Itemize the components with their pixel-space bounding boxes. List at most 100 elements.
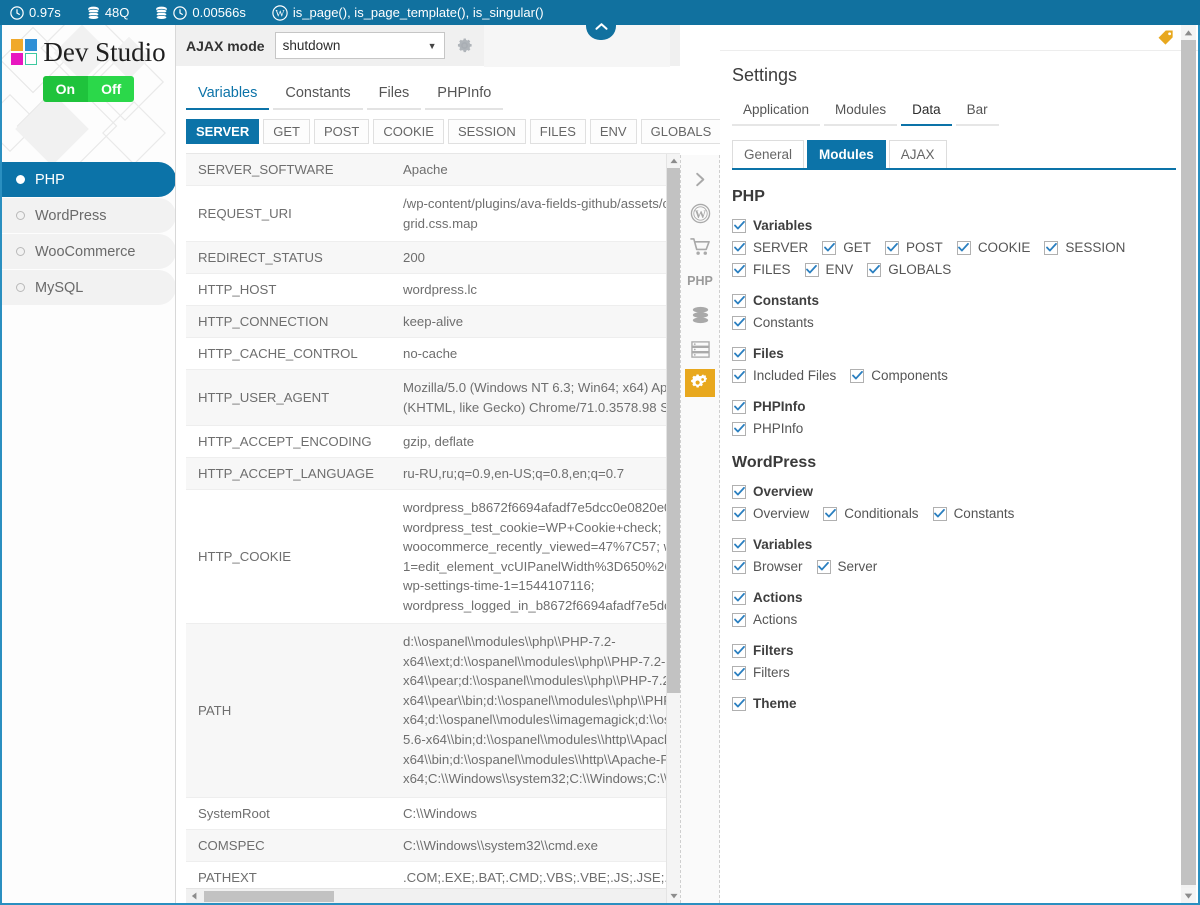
table-row[interactable]: PATHEXT .COM;.EXE;.BAT;.CMD;.VBS;.VBE;.JS… [186, 861, 680, 888]
checkbox-box[interactable] [732, 559, 746, 574]
tab-variables[interactable]: Variables [186, 85, 270, 110]
table-row[interactable]: REDIRECT_STATUS 200 [186, 241, 680, 275]
checkbox-files[interactable]: FILES [732, 262, 791, 277]
checkbox-box[interactable] [732, 399, 746, 414]
topbar-conditionals[interactable]: W is_page(), is_page_template(), is_sing… [259, 4, 557, 21]
checkbox-box[interactable] [885, 240, 900, 255]
app-logo[interactable]: Dev Studio On Off [2, 25, 175, 102]
subtab-get[interactable]: GET [263, 119, 310, 144]
checkbox-server[interactable]: SERVER [732, 240, 808, 255]
settings-vertical-scrollbar[interactable] [1181, 25, 1196, 903]
server-icon[interactable] [685, 335, 715, 363]
table-row[interactable]: HTTP_ACCEPT_ENCODING gzip, deflate [186, 425, 680, 459]
checkbox-filters[interactable]: Filters [732, 665, 790, 680]
checkbox-box[interactable] [732, 643, 746, 658]
scroll-up-button[interactable] [667, 154, 680, 168]
checkbox-conditionals[interactable]: Conditionals [823, 506, 919, 521]
subtab-server[interactable]: SERVER [186, 119, 260, 144]
sidebar-item-wordpress[interactable]: WordPress [2, 198, 175, 233]
checkbox-overview[interactable]: Overview [732, 506, 809, 521]
topbar-load-time[interactable]: 0.97s [0, 5, 74, 20]
checkbox-box[interactable] [732, 240, 746, 255]
checkbox-browser[interactable]: Browser [732, 559, 803, 574]
scroll-down-button[interactable] [667, 889, 680, 903]
checkbox-box[interactable] [804, 262, 819, 277]
checkbox-overview[interactable]: Overview [732, 484, 813, 499]
cart-icon[interactable] [685, 233, 715, 261]
table-row[interactable]: PATH d:\\ospanel\\modules\\php\\PHP-7.2- … [186, 623, 680, 798]
table-row[interactable]: HTTP_ACCEPT_LANGUAGE ru-RU,ru;q=0.9,en-US… [186, 457, 680, 491]
settings-subtab-ajax[interactable]: AJAX [888, 140, 947, 168]
checkbox-box[interactable] [732, 262, 746, 277]
checkbox-box[interactable] [732, 590, 746, 605]
toggle-off-button[interactable]: Off [88, 75, 135, 102]
checkbox-actions[interactable]: Actions [732, 612, 797, 627]
checkbox-box[interactable] [732, 696, 746, 711]
checkbox-phpinfo[interactable]: PHPInfo [732, 421, 803, 436]
tab-phpinfo[interactable]: PHPInfo [425, 85, 504, 110]
sidebar-item-mysql[interactable]: MySQL [2, 270, 175, 305]
settings-tab-data[interactable]: Data [901, 102, 952, 126]
database-icon[interactable] [685, 301, 715, 329]
sidebar-item-woocommerce[interactable]: WooCommerce [2, 234, 175, 269]
checkbox-included-files[interactable]: Included Files [732, 368, 836, 383]
checkbox-box[interactable] [732, 315, 746, 330]
topbar-query-time[interactable]: 0.00566s [142, 5, 259, 20]
checkbox-box[interactable] [732, 293, 746, 308]
checkbox-constants[interactable]: Constants [732, 293, 819, 308]
topbar-query-count[interactable]: 48Q [74, 5, 143, 20]
checkbox-box[interactable] [867, 262, 882, 277]
checkbox-session[interactable]: SESSION [1044, 240, 1125, 255]
table-row[interactable]: HTTP_HOST wordpress.lc [186, 273, 680, 307]
variables-table-scroll[interactable]: SERVER_SOFTWARE Apache REQUEST_URI/wp-cont… [186, 154, 680, 888]
tab-constants[interactable]: Constants [273, 85, 363, 110]
checkbox-constants[interactable]: Constants [932, 506, 1014, 521]
tag-icon[interactable] [1157, 29, 1176, 47]
checkbox-box[interactable] [732, 506, 746, 521]
chevron-right-icon[interactable] [685, 165, 715, 193]
checkbox-box[interactable] [932, 506, 947, 521]
gears-icon[interactable] [685, 369, 715, 397]
checkbox-box[interactable] [732, 665, 746, 680]
checkbox-variables[interactable]: Variables [732, 218, 812, 233]
settings-tab-application[interactable]: Application [732, 102, 821, 126]
tab-files[interactable]: Files [366, 85, 422, 110]
checkbox-box[interactable] [822, 240, 837, 255]
checkbox-box[interactable] [732, 421, 746, 436]
hscrollbar-thumb[interactable] [204, 891, 334, 902]
checkbox-box[interactable] [850, 368, 865, 383]
checkbox-box[interactable] [823, 506, 838, 521]
settings-tab-bar[interactable]: Bar [955, 102, 999, 126]
checkbox-server[interactable]: Server [816, 559, 877, 574]
checkbox-box[interactable] [732, 537, 746, 552]
checkbox-box[interactable] [732, 368, 746, 383]
checkbox-variables[interactable]: Variables [732, 537, 812, 552]
checkbox-components[interactable]: Components [850, 368, 948, 383]
table-scrollbar-thumb[interactable] [667, 168, 680, 693]
checkbox-files[interactable]: Files [732, 346, 784, 361]
on-off-toggle[interactable]: On Off [42, 75, 135, 102]
subtab-post[interactable]: POST [313, 119, 370, 144]
table-row[interactable]: REQUEST_URI/wp-content/plugins/ava-field… [186, 185, 680, 243]
checkbox-filters[interactable]: Filters [732, 643, 794, 658]
settings-subtab-modules[interactable]: Modules [807, 140, 886, 168]
settings-tab-modules[interactable]: Modules [824, 102, 898, 126]
settings-gear-button[interactable] [455, 36, 474, 55]
subtab-session[interactable]: SESSION [447, 119, 526, 144]
checkbox-theme[interactable]: Theme [732, 696, 797, 711]
checkbox-box[interactable] [732, 346, 746, 361]
table-row[interactable]: SERVER_SOFTWARE Apache [186, 154, 680, 186]
table-horizontal-scrollbar[interactable] [186, 888, 680, 903]
checkbox-box[interactable] [956, 240, 971, 255]
checkbox-cookie[interactable]: COOKIE [956, 240, 1030, 255]
wordpress-icon[interactable]: W [685, 199, 715, 227]
scroll-left-button[interactable] [186, 889, 201, 904]
settings-subtab-general[interactable]: General [732, 140, 805, 168]
checkbox-box[interactable] [732, 484, 746, 499]
table-row[interactable]: HTTP_USER_AGENT Mozilla/5.0 (Windows NT 6… [186, 369, 680, 427]
subtab-globals[interactable]: GLOBALS [640, 119, 722, 144]
ajax-mode-select[interactable]: shutdown ▼ [274, 32, 445, 59]
checkbox-box[interactable] [732, 612, 746, 627]
subtab-cookie[interactable]: COOKIE [373, 119, 444, 144]
settings-scrollbar-thumb[interactable] [1181, 40, 1196, 885]
